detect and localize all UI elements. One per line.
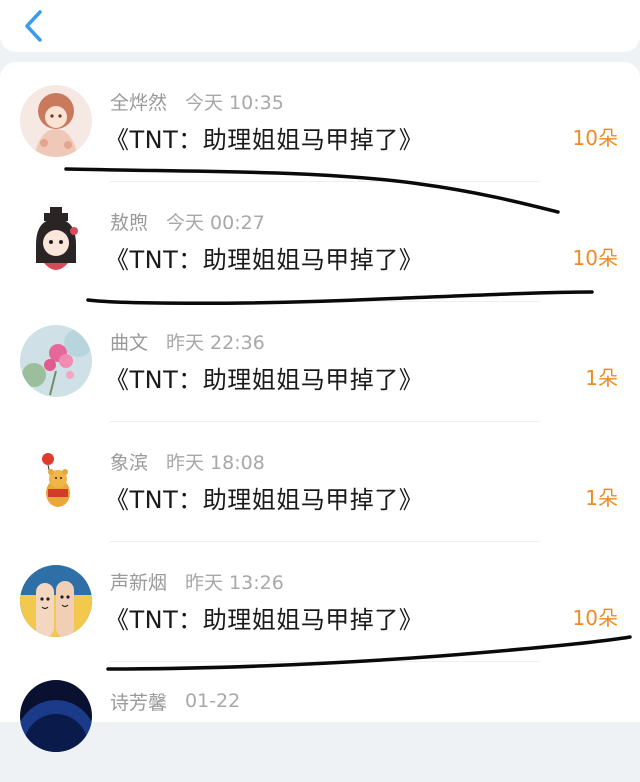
user-avatar[interactable] (20, 445, 92, 517)
timestamp: 昨天 18:08 (166, 451, 265, 474)
username[interactable]: 全烨然 (110, 88, 167, 115)
username[interactable]: 声新烟 (110, 568, 167, 595)
book-title[interactable]: 《TNT：助理姐姐马甲掉了》 (105, 120, 423, 155)
list-item[interactable]: 全烨然 今天 10:35 《TNT：助理姐姐马甲掉了》 10朵 (0, 62, 640, 182)
flower-count: 10朵 (572, 606, 618, 630)
record-meta: 声新烟 昨天 13:26 (110, 568, 284, 594)
flower-count: 10朵 (572, 126, 618, 150)
user-avatar[interactable] (20, 205, 92, 277)
user-avatar[interactable] (20, 680, 92, 752)
flower-count: 10朵 (572, 246, 618, 270)
list-item[interactable]: 曲文 昨天 22:36 《TNT：助理姐姐马甲掉了》 1朵 (0, 302, 640, 422)
username[interactable]: 曲文 (110, 328, 148, 355)
username[interactable]: 诗芳馨 (110, 688, 167, 715)
user-avatar[interactable] (20, 325, 92, 397)
list-item[interactable]: 敖煦 今天 00:27 《TNT：助理姐姐马甲掉了》 10朵 (0, 182, 640, 302)
list-item[interactable]: 象滨 昨天 18:08 《TNT：助理姐姐马甲掉了》 1朵 (0, 422, 640, 542)
record-meta: 全烨然 今天 10:35 (110, 88, 284, 114)
flower-count: 1朵 (585, 366, 618, 390)
book-title[interactable]: 《TNT：助理姐姐马甲掉了》 (105, 240, 423, 275)
record-meta: 敖煦 今天 00:27 (110, 208, 265, 234)
book-title[interactable]: 《TNT：助理姐姐马甲掉了》 (105, 360, 423, 395)
list-item[interactable]: 声新烟 昨天 13:26 《TNT：助理姐姐马甲掉了》 10朵 (0, 542, 640, 662)
back-button[interactable] (12, 4, 56, 48)
list-item[interactable]: 诗芳馨 01-22 (0, 662, 640, 782)
record-meta: 象滨 昨天 18:08 (110, 448, 265, 474)
username[interactable]: 敖煦 (110, 208, 148, 235)
timestamp: 昨天 22:36 (166, 331, 265, 354)
book-title[interactable]: 《TNT：助理姐姐马甲掉了》 (105, 480, 423, 515)
chevron-left-icon (25, 10, 42, 42)
flower-count: 1朵 (585, 486, 618, 510)
user-avatar[interactable] (20, 85, 92, 157)
timestamp: 昨天 13:26 (185, 571, 284, 594)
book-title[interactable]: 《TNT：助理姐姐马甲掉了》 (105, 600, 423, 635)
timestamp: 今天 10:35 (185, 91, 284, 114)
record-meta: 诗芳馨 01-22 (110, 688, 240, 714)
username[interactable]: 象滨 (110, 448, 148, 475)
record-meta: 曲文 昨天 22:36 (110, 328, 265, 354)
user-avatar[interactable] (20, 565, 92, 637)
top-bar (0, 0, 640, 52)
timestamp: 今天 00:27 (166, 211, 265, 234)
gift-record-list: 全烨然 今天 10:35 《TNT：助理姐姐马甲掉了》 10朵 敖煦 今天 00… (0, 62, 640, 752)
